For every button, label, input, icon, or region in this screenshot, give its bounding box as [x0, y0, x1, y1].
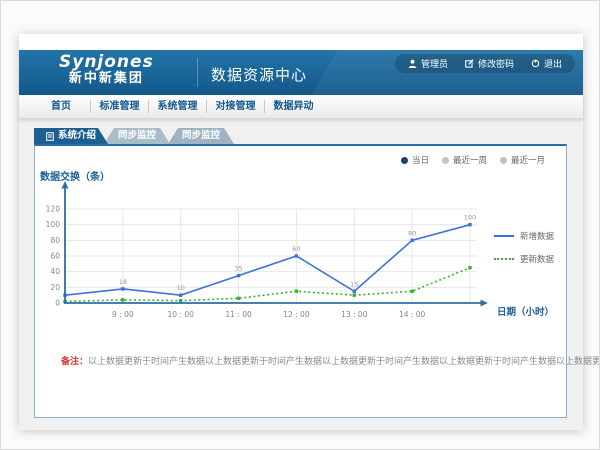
logout-button[interactable]: 退出: [531, 57, 562, 70]
tab-system-intro[interactable]: 系统介绍: [34, 128, 108, 144]
legend-new-data-label: 新增数据: [520, 230, 554, 242]
legend-updated-data-label: 更新数据: [520, 253, 554, 265]
svg-text:80: 80: [50, 236, 60, 245]
line-chart: 0 20 40 60 80 100 120 18 10 35 60 15 80 100 9 : 00 10 :…: [35, 180, 566, 330]
svg-text:100: 100: [464, 214, 476, 222]
range-last-week-label: 最近一周: [453, 154, 487, 166]
nav-item-standards[interactable]: 标准管理: [90, 100, 148, 113]
svg-text:120: 120: [46, 205, 61, 214]
svg-text:10 : 00: 10 : 00: [168, 310, 195, 319]
nav-item-system[interactable]: 系统管理: [148, 100, 206, 113]
nav-item-integration[interactable]: 对接管理: [206, 100, 264, 113]
svg-text:0: 0: [55, 299, 60, 308]
x-axis-title: 日期（小时）: [497, 304, 554, 318]
time-range-selector: 当日 最近一周 最近一月: [401, 154, 545, 166]
admin-user-label: 管理员: [421, 57, 448, 70]
nav-item-data-changes[interactable]: 数据异动: [264, 100, 322, 113]
legend-item-updated-data[interactable]: 更新数据: [494, 253, 554, 265]
user-icon: [408, 59, 417, 68]
app-window: Synjones 新中新集团 数据资源中心 管理员 修改密码 退出: [19, 34, 583, 430]
footnote-label: 备注：: [61, 357, 88, 367]
radio-unselected-icon[interactable]: [442, 157, 449, 164]
edit-icon: [465, 59, 474, 68]
range-today-label: 当日: [412, 154, 429, 166]
content-area: 系统介绍 同步监控 同步监控 当日 最近一周 最近一月: [19, 119, 583, 430]
solid-line-swatch-icon: [494, 235, 514, 237]
svg-text:60: 60: [292, 245, 300, 253]
change-password-label: 修改密码: [478, 57, 514, 70]
svg-text:60: 60: [50, 252, 60, 261]
logo-company-name: 新中新集团: [59, 72, 154, 86]
svg-text:9 : 00: 9 : 00: [112, 310, 134, 319]
tab-sync-monitor-2[interactable]: 同步监控: [168, 128, 234, 144]
main-nav: 首页 标准管理 系统管理 对接管理 数据异动: [19, 95, 583, 119]
range-option-today[interactable]: 当日: [401, 154, 429, 166]
nav-item-home[interactable]: 首页: [32, 100, 90, 113]
svg-text:18: 18: [119, 278, 127, 286]
svg-text:20: 20: [50, 283, 60, 292]
radio-unselected-icon[interactable]: [500, 157, 507, 164]
power-icon: [531, 59, 540, 68]
admin-user-button[interactable]: 管理员: [408, 57, 448, 70]
range-last-month-label: 最近一月: [511, 154, 545, 166]
tab-system-intro-label: 系统介绍: [58, 128, 96, 144]
change-password-button[interactable]: 修改密码: [465, 57, 514, 70]
svg-text:14 : 00: 14 : 00: [399, 310, 426, 319]
tab-sync-monitor-1[interactable]: 同步监控: [104, 128, 170, 144]
svg-text:11 : 00: 11 : 00: [225, 310, 252, 319]
svg-text:100: 100: [46, 220, 61, 229]
svg-text:12 : 00: 12 : 00: [283, 310, 310, 319]
page-title: 数据资源中心: [211, 64, 307, 85]
legend-item-new-data[interactable]: 新增数据: [494, 230, 554, 242]
user-toolbar: 管理员 修改密码 退出: [395, 54, 575, 73]
dotted-line-swatch-icon: [494, 258, 514, 260]
screenshot-frame: Synjones 新中新集团 数据资源中心 管理员 修改密码 退出: [0, 0, 600, 450]
logo-wordmark: Synjones: [59, 54, 154, 72]
app-header: Synjones 新中新集团 数据资源中心 管理员 修改密码 退出: [19, 50, 583, 95]
chart-panel: 当日 最近一周 最近一月 数据交换（条） 0204060801001201810…: [34, 144, 567, 418]
radio-selected-icon[interactable]: [401, 157, 408, 164]
svg-text:80: 80: [408, 229, 416, 237]
logout-label: 退出: [544, 57, 562, 70]
document-icon: [46, 132, 54, 141]
svg-text:10: 10: [177, 284, 185, 292]
footnote-text: 以上数据更新于时间产生数据以上数据更新于时间产生数据以上数据更新于时间产生数据以…: [88, 357, 600, 367]
footnote: 备注：以上数据更新于时间产生数据以上数据更新于时间产生数据以上数据更新于时间产生…: [61, 354, 600, 367]
chart-legend: 新增数据 更新数据: [494, 230, 554, 276]
svg-text:15: 15: [350, 280, 358, 288]
brand-logo: Synjones 新中新集团: [59, 54, 154, 85]
svg-text:35: 35: [234, 265, 242, 273]
header-divider: [197, 58, 198, 87]
range-option-last-month[interactable]: 最近一月: [500, 154, 545, 166]
range-option-last-week[interactable]: 最近一周: [442, 154, 487, 166]
svg-text:13 : 00: 13 : 00: [341, 310, 368, 319]
svg-text:40: 40: [50, 267, 60, 276]
